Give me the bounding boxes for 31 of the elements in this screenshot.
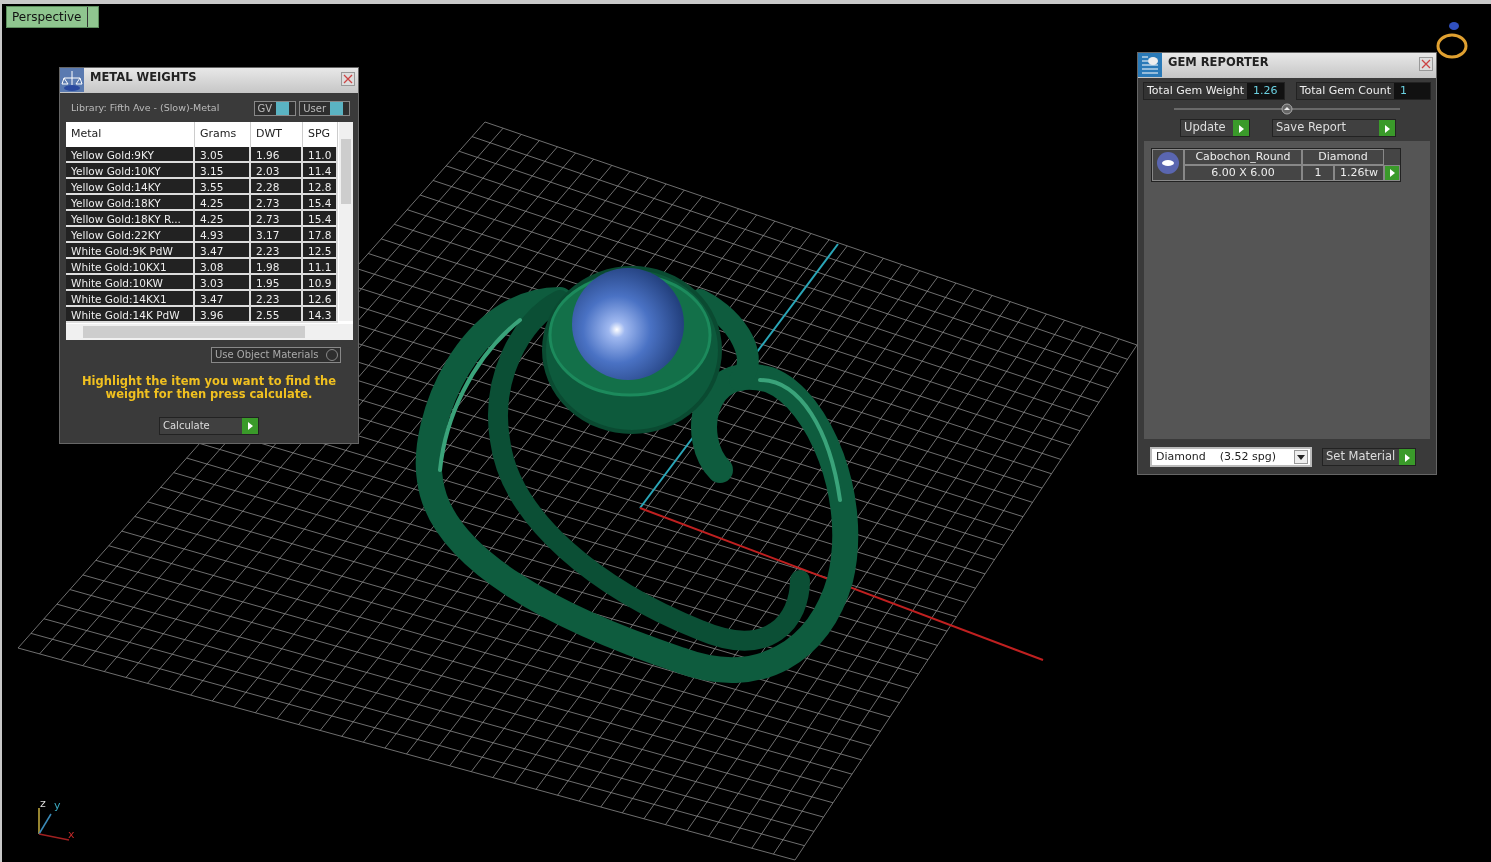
toggle-button[interactable]: GV xyxy=(253,101,297,116)
gem-weight: 1.26tw xyxy=(1334,165,1384,181)
save-report-button[interactable]: Save Report xyxy=(1272,119,1396,137)
table-cell: Yellow Gold:9KY xyxy=(66,146,195,163)
column-header[interactable]: SPG xyxy=(303,122,338,147)
gem-size: 6.00 X 6.00 xyxy=(1184,165,1302,181)
toggle-button[interactable]: User xyxy=(299,101,350,116)
column-header[interactable]: DWT xyxy=(251,122,303,147)
gem-count-field: Total Gem Count 1 xyxy=(1295,82,1431,100)
table-cell: 11.0 xyxy=(303,146,338,163)
view-menu[interactable]: Perspective xyxy=(6,6,99,28)
checkbox-button[interactable]: Use Object Materials xyxy=(211,346,341,363)
gem-material: Diamond xyxy=(1302,149,1384,165)
update-button[interactable]: Update xyxy=(1180,119,1250,137)
gem-weight-field: Total Gem Weight 1.26 xyxy=(1143,82,1285,100)
axis-label: x xyxy=(68,827,75,843)
gem-count: 1 xyxy=(1302,165,1334,181)
library-label: Library: Fifth Ave - (Slow)-Metal xyxy=(71,101,221,116)
calculate-button[interactable]: Calculate xyxy=(159,416,259,435)
material-select[interactable]: Diamond (3.52 spg) xyxy=(1150,447,1312,467)
column-header[interactable]: Metal xyxy=(66,122,195,147)
gem-cut: Cabochon_Round xyxy=(1184,149,1302,165)
table-cell: 3.05 xyxy=(195,146,251,163)
axis-label: z xyxy=(40,796,46,812)
axis-label: y xyxy=(54,798,61,814)
set-material-button[interactable]: Set Material xyxy=(1322,448,1416,466)
instruction-text: Highlight the item you want to find the weight for then press calculate. xyxy=(81,374,337,401)
table-cell: 1.96 xyxy=(251,146,303,163)
panel-title: GEM REPORTER xyxy=(1167,54,1270,71)
panel-title: METAL WEIGHTS xyxy=(89,69,198,86)
column-header[interactable]: Grams xyxy=(195,122,251,147)
